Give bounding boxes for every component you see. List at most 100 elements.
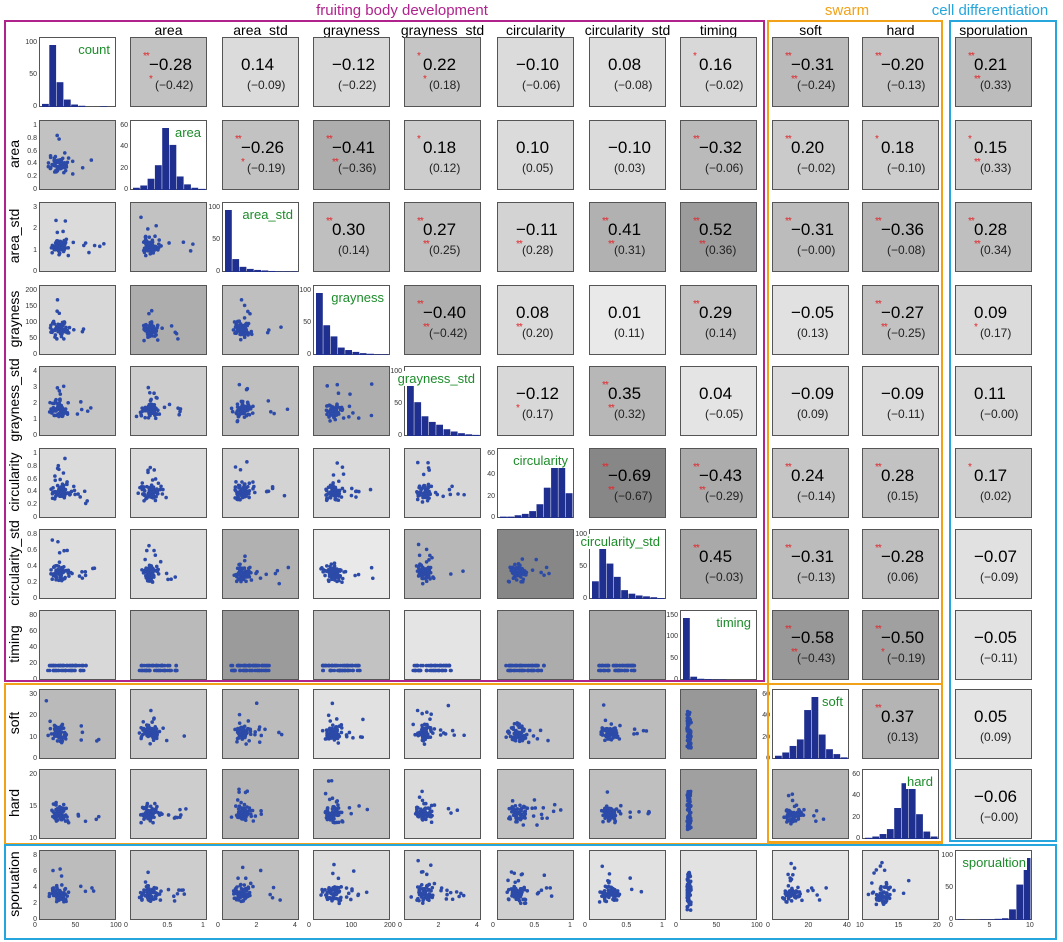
scatter-point bbox=[242, 802, 247, 807]
scatter-point bbox=[240, 480, 244, 484]
scatter-point bbox=[72, 488, 77, 493]
scatter-point bbox=[784, 892, 789, 897]
correlation-value: −0.31 bbox=[791, 547, 835, 566]
scatter-point bbox=[60, 156, 65, 161]
scatter-point bbox=[519, 731, 524, 735]
scatter-point bbox=[71, 240, 76, 245]
scatter-point bbox=[628, 810, 632, 814]
scatter-point bbox=[872, 871, 876, 875]
scatter-point bbox=[250, 411, 255, 415]
scatter-point bbox=[55, 165, 60, 169]
scatter-point bbox=[177, 888, 181, 892]
scatter-point bbox=[874, 868, 879, 872]
scatter-point bbox=[632, 732, 636, 736]
partial-significance-stars: ** bbox=[974, 239, 981, 250]
scatter-point bbox=[428, 717, 432, 721]
correlation-value: −0.28 bbox=[881, 547, 925, 566]
histogram-bar bbox=[916, 814, 923, 839]
y-tick-label: 2 bbox=[33, 400, 37, 407]
scatter-point bbox=[48, 719, 52, 724]
scatter-point bbox=[238, 337, 243, 342]
histogram-y-tick-label: 0 bbox=[307, 351, 311, 358]
scatter-point bbox=[177, 412, 181, 417]
scatter-cell-7-4 bbox=[404, 610, 481, 680]
scatter-point bbox=[419, 487, 424, 491]
partial-correlation-value: (0.05) bbox=[522, 161, 554, 175]
scatter-point bbox=[425, 710, 429, 715]
histogram-bar bbox=[840, 757, 848, 759]
scatter-point bbox=[146, 485, 151, 490]
scatter-point bbox=[547, 571, 551, 576]
partial-correlation-value: (−0.19) bbox=[887, 651, 926, 665]
scatter-point bbox=[154, 886, 159, 891]
scatter-point bbox=[60, 722, 65, 727]
significance-stars: * bbox=[417, 134, 421, 145]
scatter-point bbox=[330, 577, 334, 582]
scatter-point bbox=[239, 800, 243, 805]
correlation-cell-3-8: −0.05 (0.13) bbox=[772, 285, 849, 355]
y-tick-label: 0.4 bbox=[27, 563, 37, 570]
scatter-point bbox=[414, 810, 419, 814]
correlation-value: −0.05 bbox=[974, 628, 1018, 647]
scatter-point bbox=[148, 323, 152, 328]
scatter-point bbox=[447, 487, 452, 492]
scatter-point bbox=[416, 896, 420, 901]
scatter-point bbox=[435, 492, 440, 497]
scatter-point bbox=[426, 460, 430, 465]
scatter-point bbox=[239, 298, 244, 302]
scatter-cell-7-0 bbox=[39, 610, 116, 680]
y-tick-label: 0.4 bbox=[27, 488, 37, 496]
histogram-cell-8: soft bbox=[772, 689, 849, 759]
scatter-point bbox=[338, 569, 342, 573]
scatter-point bbox=[685, 878, 690, 883]
scatter-point bbox=[51, 868, 55, 873]
scatter-point bbox=[336, 806, 341, 810]
column-header-area: area bbox=[154, 22, 183, 38]
scatter-point bbox=[72, 668, 77, 673]
scatter-point bbox=[235, 798, 240, 802]
scatter-point bbox=[76, 812, 81, 817]
histogram-y-tick-label: 100 bbox=[299, 287, 311, 294]
scatter-point bbox=[600, 726, 605, 730]
y-tick-label: 80 bbox=[29, 612, 37, 619]
scatter-point bbox=[446, 703, 451, 708]
significance-stars: ** bbox=[602, 216, 609, 227]
scatter-point bbox=[324, 564, 329, 568]
scatter-point bbox=[144, 668, 148, 673]
correlation-value: 0.28 bbox=[974, 220, 1008, 239]
scatter-point bbox=[515, 809, 519, 813]
histogram-bar bbox=[1016, 884, 1024, 920]
scatter-point bbox=[878, 892, 883, 896]
scatter-point bbox=[166, 887, 171, 892]
scatter-point bbox=[140, 663, 144, 668]
correlation-value: 0.24 bbox=[791, 466, 825, 485]
y-tick-label: 0 bbox=[33, 351, 37, 358]
scatter-plot bbox=[49, 218, 106, 258]
scatter-point bbox=[514, 733, 518, 738]
scatter-point bbox=[54, 819, 59, 823]
scatter-point bbox=[248, 881, 253, 886]
scatter-point bbox=[158, 898, 163, 902]
significance-stars: ** bbox=[785, 462, 792, 473]
partial-significance-stars: ** bbox=[699, 485, 706, 496]
scatter-point bbox=[238, 883, 242, 888]
correlation-cell-2-9: −0.36 (−0.08) ** bbox=[862, 202, 939, 272]
correlation-cell-0-2: 0.14 (−0.09) bbox=[222, 37, 299, 107]
scatter-point bbox=[143, 405, 148, 410]
scatter-point bbox=[148, 465, 153, 470]
scatter-point bbox=[328, 483, 333, 488]
scatter-point bbox=[607, 668, 611, 673]
scatter-point bbox=[331, 473, 336, 477]
scatter-point bbox=[339, 730, 344, 735]
scatter-point bbox=[341, 416, 346, 420]
scatter-plot bbox=[140, 543, 178, 584]
scatter-point bbox=[249, 332, 254, 337]
scatter-point bbox=[429, 729, 433, 734]
scatter-cell-6-5 bbox=[497, 529, 574, 599]
scatter-point bbox=[245, 789, 250, 794]
scatter-point bbox=[54, 899, 59, 904]
scatter-point bbox=[79, 400, 83, 404]
scatter-point bbox=[83, 570, 88, 574]
scatter-point bbox=[544, 565, 549, 570]
scatter-point bbox=[614, 807, 619, 811]
